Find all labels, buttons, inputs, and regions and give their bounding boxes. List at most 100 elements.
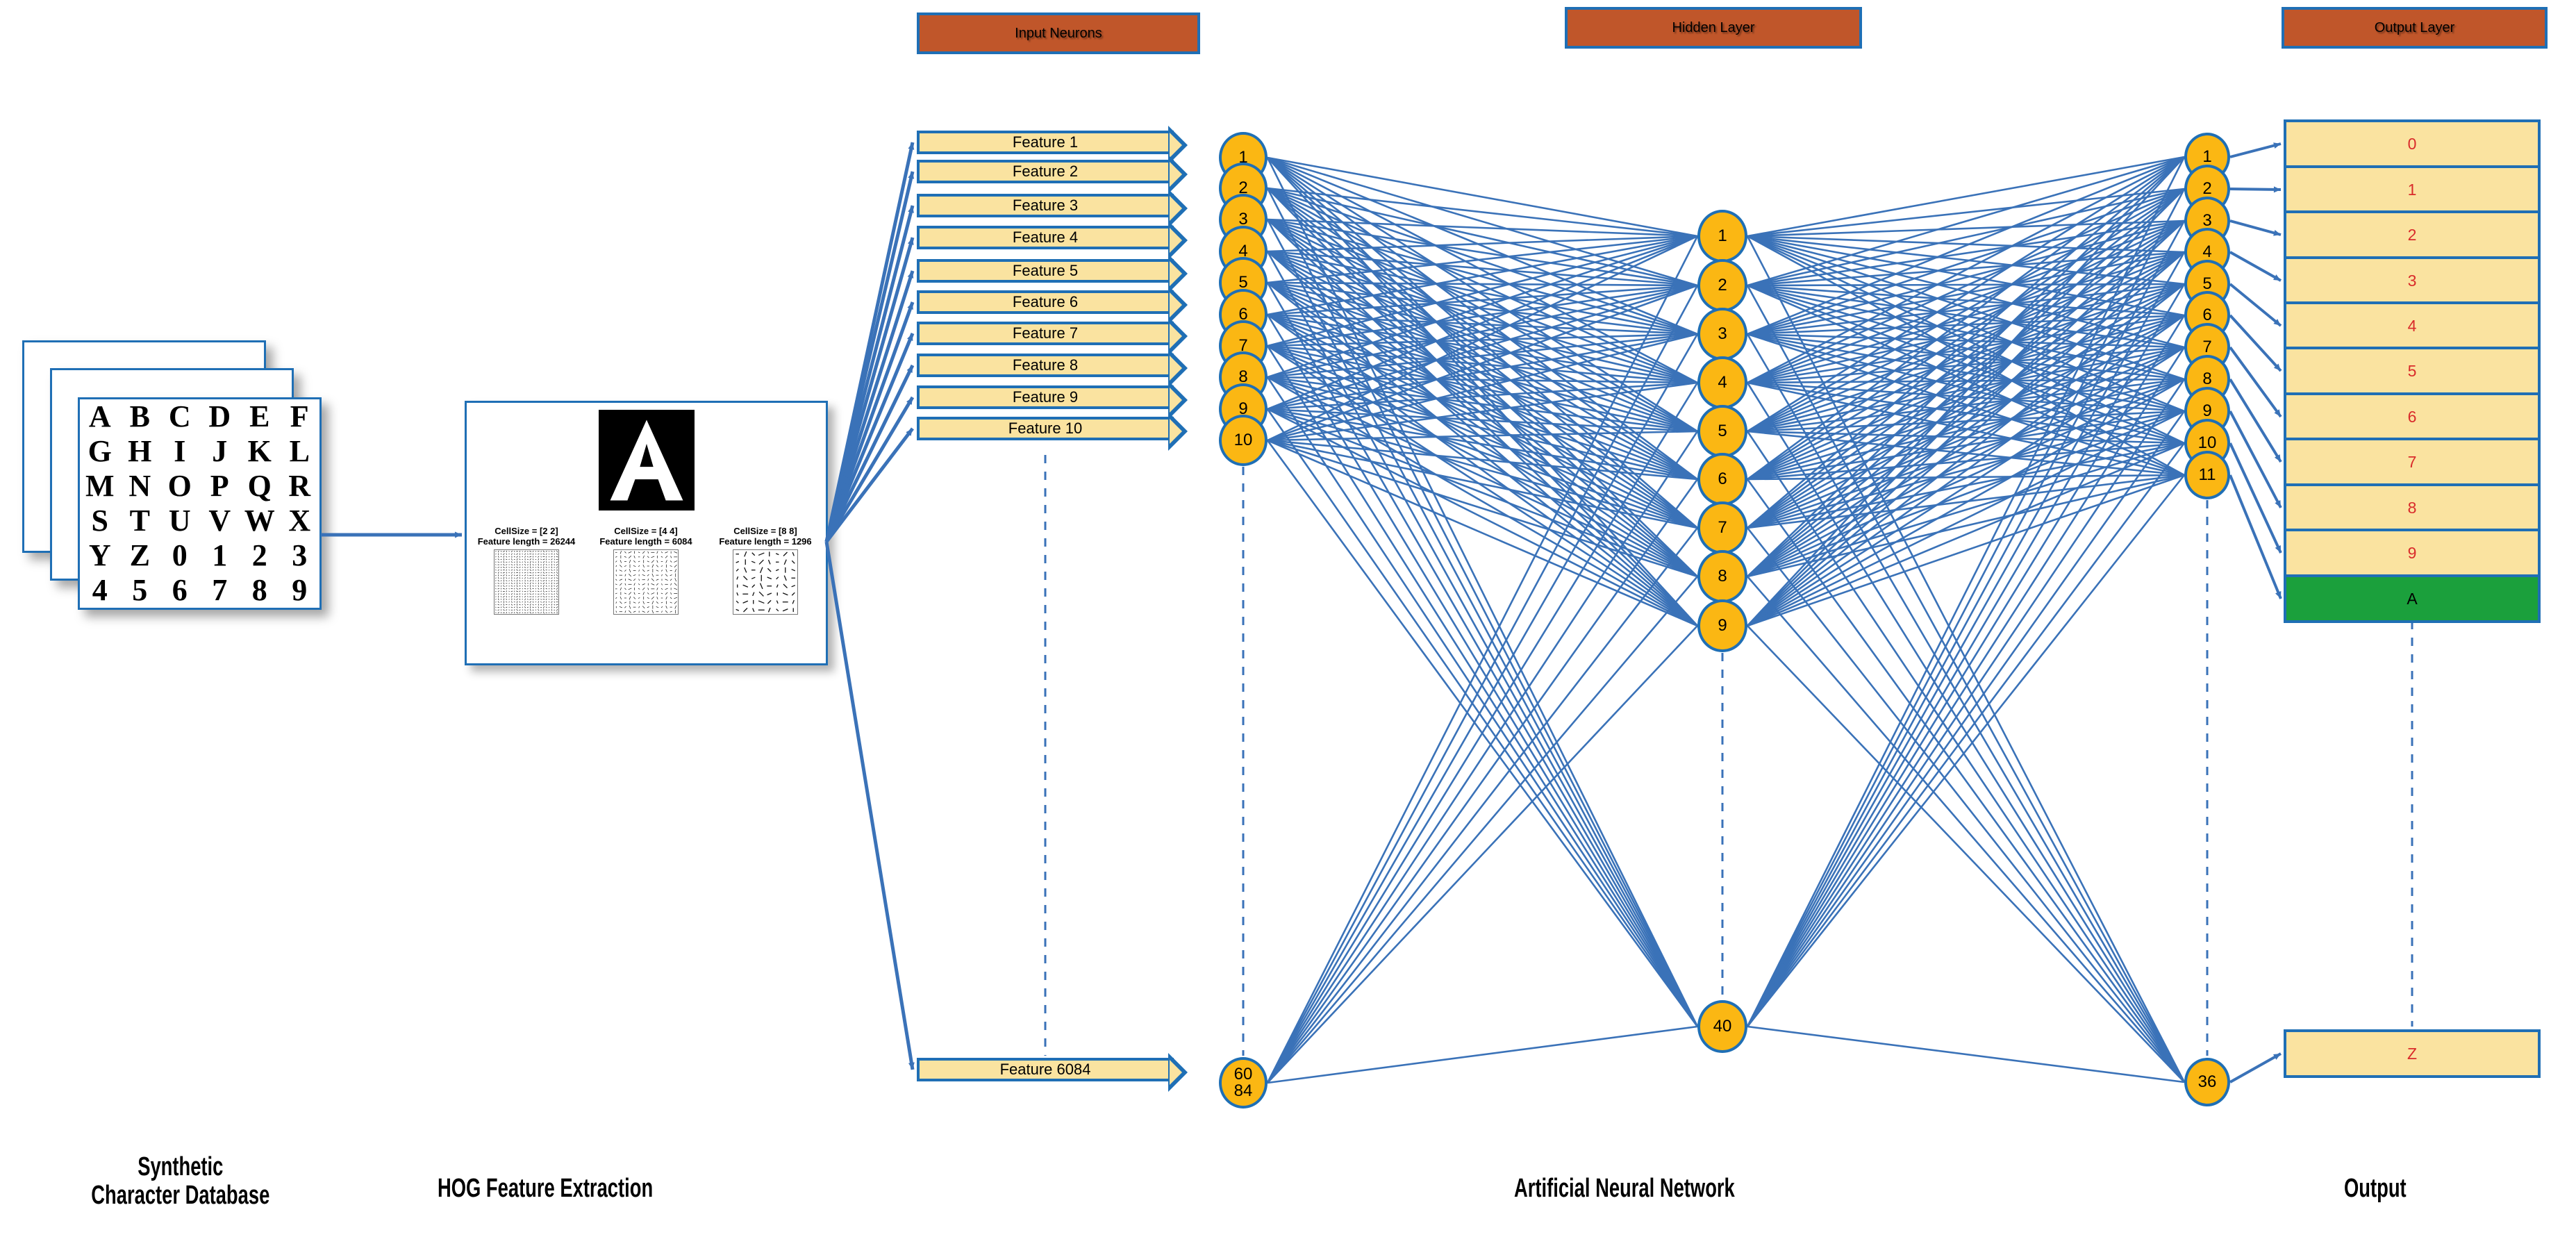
output-box[interactable]: 2 (2284, 210, 2541, 259)
neuron-label: 8 (2202, 369, 2212, 388)
output-box[interactable]: 5 (2284, 347, 2541, 395)
output-box[interactable]: 8 (2284, 483, 2541, 532)
hidden-neuron[interactable]: 5 (1697, 404, 1747, 458)
output-box[interactable]: 4 (2284, 301, 2541, 350)
neuron-label: 9 (2202, 401, 2212, 420)
hog-cellsize-label: CellSize = [2 2] (495, 526, 558, 536)
hidden-neuron[interactable]: 7 (1697, 501, 1747, 555)
hidden-neuron[interactable]: 3 (1697, 307, 1747, 361)
arrow-head-icon (1168, 412, 1188, 451)
feature-arrow[interactable]: Feature 1 (917, 126, 1188, 165)
neuron-label: 11 (2198, 465, 2216, 484)
feature-arrow[interactable]: Feature 9 (917, 381, 1188, 420)
output-box-label: 4 (2407, 316, 2417, 335)
caption-output: Output (2344, 1174, 2407, 1204)
neuron-label: 6 (2202, 305, 2212, 324)
hidden-neuron[interactable]: 4 (1697, 356, 1747, 410)
arrow-head-icon (1168, 1053, 1188, 1092)
caption-ann: Artificial Neural Network (1514, 1174, 1735, 1204)
output-box-label: A (2407, 589, 2418, 608)
input-neuron[interactable]: 10 (1219, 414, 1268, 467)
neuron-label: 1 (2202, 147, 2212, 166)
character-cell: D (208, 399, 231, 433)
hog-featurelength-label: Feature length = 6084 (599, 536, 692, 547)
hidden-neuron[interactable]: 6 (1697, 452, 1747, 506)
letter-a-glyph (610, 420, 683, 501)
character-cell: V (208, 504, 231, 538)
hog-column-4: CellSize = [4 4] Feature length = 6084 (590, 526, 701, 615)
output-box[interactable]: Z (2284, 1029, 2541, 1078)
arrow-head-icon (1168, 155, 1188, 194)
hog-sample-letter (599, 410, 695, 510)
hidden-neuron[interactable]: 40 (1697, 999, 1747, 1054)
character-cell: 0 (172, 538, 188, 572)
output-box[interactable]: 3 (2284, 256, 2541, 305)
caption-output-label: Output (2344, 1174, 2407, 1203)
neuron-label: 7 (1718, 517, 1727, 537)
header-hidden-label: Hidden Layer (1672, 19, 1755, 35)
output-box[interactable]: 7 (2284, 438, 2541, 486)
neuron-label: 4 (2202, 242, 2212, 261)
feature-arrow[interactable]: Feature 6084 (917, 1053, 1188, 1092)
character-cell: C (168, 399, 191, 433)
neuron-label: 84 (1233, 1081, 1253, 1100)
character-cell: 2 (251, 538, 267, 572)
character-cell: I (174, 434, 186, 468)
feature-arrow[interactable]: Feature 2 (917, 155, 1188, 194)
feature-arrow-label: Feature 6084 (999, 1061, 1091, 1078)
character-cell: 6 (172, 573, 188, 607)
neuron-label: 5 (2202, 274, 2212, 293)
hog-cells-4 (615, 551, 678, 614)
feature-arrow[interactable]: Feature 8 (917, 349, 1188, 388)
caption-hog: HOG Feature Extraction (438, 1174, 653, 1204)
character-cell: Y (88, 538, 111, 572)
output-box[interactable]: 6 (2284, 392, 2541, 441)
hidden-neuron[interactable]: 8 (1697, 549, 1747, 604)
character-cell: U (168, 504, 191, 538)
feature-arrow-label: Feature 2 (1012, 163, 1079, 180)
hidden-neuron[interactable]: 9 (1697, 599, 1747, 653)
feature-arrow[interactable]: Feature 5 (917, 254, 1188, 293)
character-cell: R (288, 469, 311, 503)
hog-featurelength-label: Feature length = 26244 (477, 536, 576, 547)
caption-hog-label: HOG Feature Extraction (438, 1174, 654, 1203)
hog-cellsize-label: CellSize = [4 4] (614, 526, 678, 536)
output-box-label: 0 (2407, 134, 2417, 153)
neuron-label: 2 (2202, 179, 2212, 198)
hidden-neuron[interactable]: 1 (1697, 209, 1747, 263)
character-cell: N (128, 469, 151, 503)
output-box[interactable]: 1 (2284, 165, 2541, 214)
feature-arrow[interactable]: Feature 7 (917, 317, 1188, 356)
neuron-label: 3 (2202, 210, 2212, 230)
output-neuron[interactable]: 36 (2184, 1058, 2230, 1106)
output-box[interactable]: 9 (2284, 529, 2541, 577)
output-box-predicted[interactable]: A (2284, 574, 2541, 623)
output-neuron[interactable]: 11 (2184, 451, 2230, 499)
character-cell: H (128, 434, 152, 468)
hog-column-2: CellSize = [2 2] Feature length = 26244 (471, 526, 582, 615)
neuron-label: 1 (1718, 226, 1727, 245)
hog-visualization-2 (494, 549, 559, 615)
input-neuron[interactable]: 60 84 (1219, 1056, 1268, 1109)
header-output-layer: Output Layer (2282, 7, 2548, 49)
feature-arrow[interactable]: Feature 10 (917, 412, 1188, 451)
character-cell: B (129, 399, 150, 433)
feature-arrow[interactable]: Feature 4 (917, 221, 1188, 260)
caption-database-line1: Synthetic (138, 1152, 224, 1181)
feature-arrow-label: Feature 3 (1012, 197, 1079, 214)
character-cell: Q (247, 469, 272, 503)
feature-arrow[interactable]: Feature 3 (917, 189, 1188, 228)
neuron-label: 3 (1718, 324, 1727, 343)
caption-ann-label: Artificial Neural Network (1514, 1174, 1735, 1203)
output-box[interactable]: 0 (2284, 119, 2541, 168)
neuron-label: 4 (1718, 372, 1727, 392)
character-cell: P (210, 469, 229, 503)
header-input-label: Input Neurons (1015, 25, 1102, 41)
hidden-neuron[interactable]: 2 (1697, 258, 1747, 313)
neuron-label: 6 (1718, 469, 1727, 488)
feature-arrow[interactable]: Feature 6 (917, 285, 1188, 324)
header-input-neurons: Input Neurons (917, 13, 1200, 54)
character-cell: E (249, 399, 270, 433)
neuron-label: 8 (1718, 566, 1727, 586)
feature-arrow-label: Feature 6 (1012, 293, 1079, 310)
